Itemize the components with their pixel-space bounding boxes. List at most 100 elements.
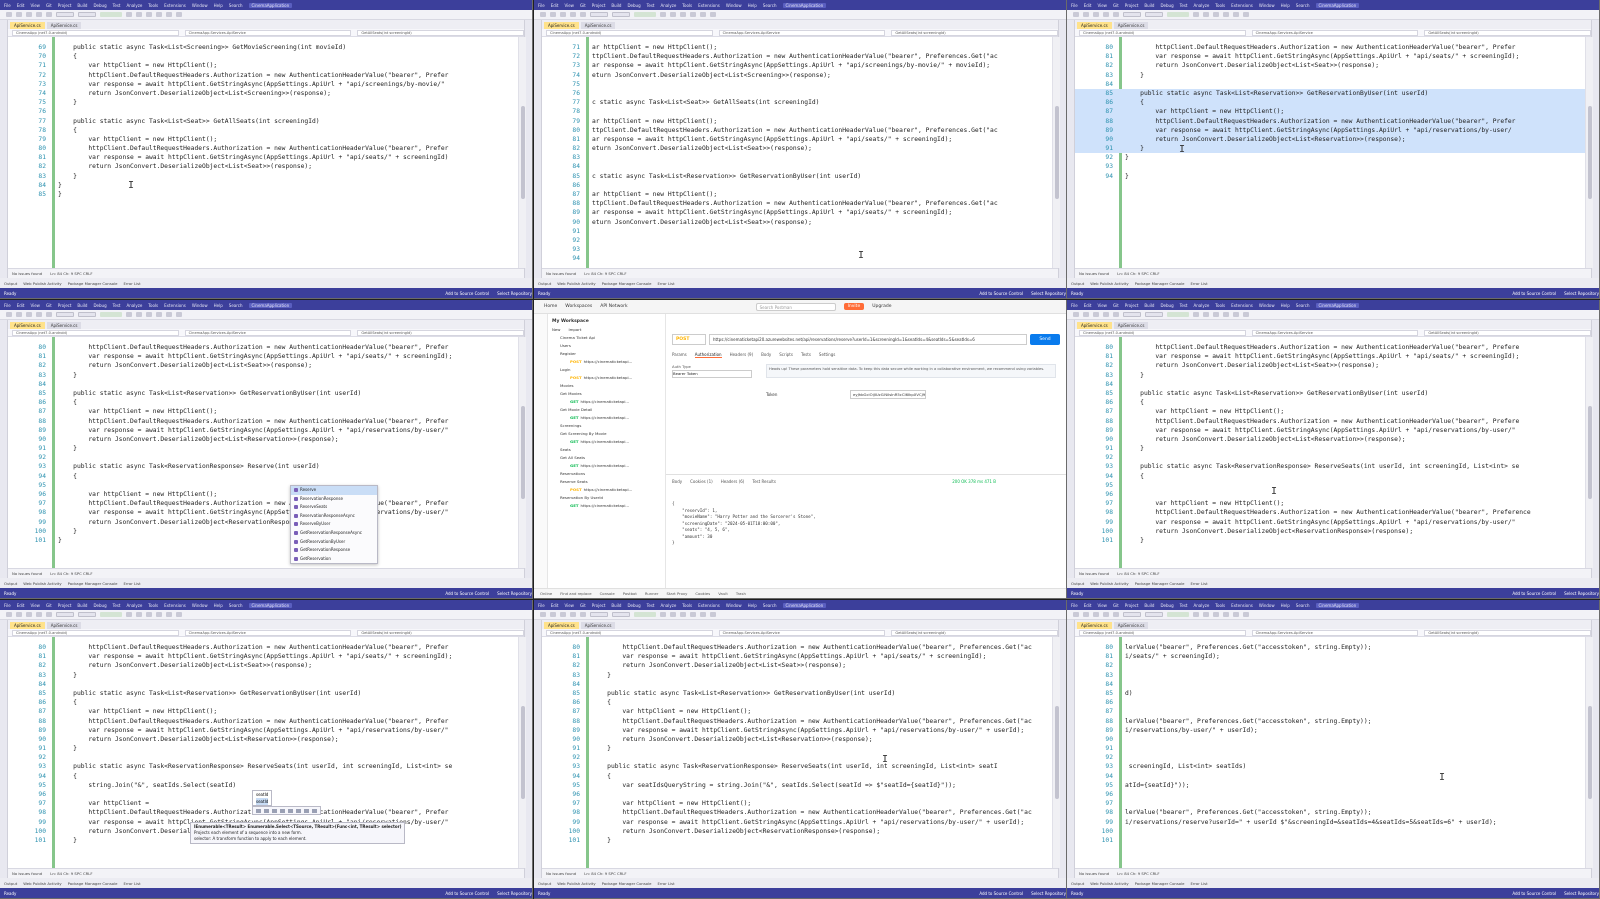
tree-item[interactable]: Reserve Seats <box>552 478 661 486</box>
quick-actions-bar[interactable] <box>252 806 321 815</box>
config-dropdown[interactable] <box>56 12 74 17</box>
tree-item[interactable]: Cinema Ticket Api <box>552 334 661 342</box>
code-line[interactable]: 101 } <box>1075 536 1585 545</box>
menu-item-build[interactable]: Build <box>611 3 621 8</box>
code-line[interactable]: 98 httpClient.DefaultRequestHeaders.Auth… <box>542 808 1052 817</box>
scrollbar-thumb[interactable] <box>521 706 525 799</box>
menu-item-edit[interactable]: Edit <box>551 3 559 8</box>
workspace-new-button[interactable]: New <box>552 327 561 332</box>
toolbar-icon[interactable] <box>540 12 546 17</box>
status-action[interactable]: Add to Source Control <box>445 891 489 896</box>
code-line[interactable]: 93 public static async Task<ReservationR… <box>8 462 518 471</box>
code-line[interactable]: 82 <box>1075 661 1585 670</box>
footer-item[interactable]: Cookies <box>695 591 710 596</box>
platform-dropdown[interactable] <box>612 612 630 617</box>
status-action[interactable]: Add to Source Control <box>979 291 1023 296</box>
menu-item-file[interactable]: File <box>1071 3 1078 8</box>
tree-item[interactable]: GET https://cinematicketapi... <box>552 414 661 422</box>
completion-item[interactable]: ReserveByUser <box>291 520 377 529</box>
code-line[interactable]: 92 <box>1075 753 1585 762</box>
status-action[interactable]: Select Repository <box>497 891 532 896</box>
scrollbar-thumb[interactable] <box>1055 106 1059 199</box>
menu-item-view[interactable]: View <box>30 3 40 8</box>
output-tab[interactable]: Error List <box>658 281 675 286</box>
code-line[interactable]: 95 string.Join("&", seatIds.Select(seatI… <box>8 781 518 790</box>
header-nav-api-network[interactable]: API Network <box>600 304 627 309</box>
config-dropdown[interactable] <box>590 12 608 17</box>
request-tab[interactable]: Scripts <box>779 352 793 358</box>
code-line[interactable]: 80 httpClient.DefaultRequestHeaders.Auth… <box>1075 343 1585 352</box>
vertical-scrollbar[interactable] <box>518 637 526 868</box>
code-line[interactable]: 84 <box>542 162 1052 171</box>
code-line[interactable]: 80 httpClient.DefaultRequestHeaders.Auth… <box>1075 43 1585 52</box>
code-line[interactable]: 71 var httpClient = new HttpClient(); <box>8 61 518 70</box>
menu-item-help[interactable]: Help <box>214 303 223 308</box>
nav-dropdown[interactable]: CinemaApp.Services.ApiService <box>1251 29 1419 36</box>
code-line[interactable]: 81 var response = await httpClient.GetSt… <box>8 153 518 162</box>
toolbar-icon[interactable] <box>1113 12 1119 17</box>
code-line[interactable]: 88 ttpClient.DefaultRequestHeaders.Author… <box>542 199 1052 208</box>
toolbar-icon[interactable] <box>156 312 162 317</box>
code-line[interactable]: 96 <box>1075 790 1585 799</box>
search-menu[interactable]: Search <box>229 3 243 8</box>
toolbar-icon[interactable] <box>16 612 22 617</box>
output-tab[interactable]: Output <box>4 281 17 286</box>
code-line[interactable]: 80 httpClient.DefaultRequestHeaders.Auth… <box>542 643 1052 652</box>
menu-item-extensions[interactable]: Extensions <box>164 303 186 308</box>
menu-item-git[interactable]: Git <box>46 3 52 8</box>
code-line[interactable]: 82 return JsonConvert.DeserializeObject<… <box>542 661 1052 670</box>
menu-item-help[interactable]: Help <box>214 3 223 8</box>
menu-item-analyze[interactable]: Analyze <box>1194 603 1210 608</box>
output-tab[interactable]: Error List <box>1191 881 1208 886</box>
output-tab[interactable]: Package Manager Console <box>68 881 118 886</box>
code-line[interactable]: 83 } <box>8 172 518 181</box>
code-line[interactable]: 97 <box>1075 799 1585 808</box>
code-line[interactable]: 84 <box>542 680 1052 689</box>
nav-dropdown[interactable]: CinemaApp (net7.0-android) <box>12 629 179 636</box>
menu-item-build[interactable]: Build <box>1144 603 1154 608</box>
toolbar-icon[interactable] <box>1113 612 1119 617</box>
token-input[interactable]: eyJhbGciOiJIUzI1NiIsInR5cCI6IkpXVCJ9... <box>850 390 926 399</box>
tree-item[interactable]: Seats <box>552 446 661 454</box>
tree-item[interactable]: GET https://cinematicketapi... <box>552 438 661 446</box>
code-line[interactable]: 90 return JsonConvert.DeserializeObject<… <box>1075 134 1585 145</box>
toolbar-icon[interactable] <box>660 612 666 617</box>
toolbar-icon[interactable] <box>580 612 586 617</box>
code-line[interactable]: 82 return JsonConvert.DeserializeObject<… <box>8 162 518 171</box>
code-line[interactable]: 88 httpClient.DefaultRequestHeaders.Auth… <box>8 417 518 426</box>
toolbar-icon[interactable] <box>690 12 696 17</box>
code-line[interactable]: 84 <box>1075 680 1585 689</box>
menu-item-extensions[interactable]: Extensions <box>1231 303 1253 308</box>
menu-item-test[interactable]: Test <box>113 603 121 608</box>
code-line[interactable]: 81 var response = await httpClient.GetSt… <box>1075 352 1585 361</box>
code-line[interactable]: 91 } <box>8 444 518 453</box>
completion-item[interactable]: GetReservationByUser <box>291 538 377 547</box>
toolbar-icon[interactable] <box>146 612 152 617</box>
code-line[interactable]: 95 <box>1075 481 1585 490</box>
menu-item-help[interactable]: Help <box>1281 303 1290 308</box>
code-line[interactable]: 89 var response = await httpClient.GetSt… <box>8 726 518 735</box>
code-line[interactable]: 92 <box>1075 453 1585 462</box>
intellisense-popup[interactable]: Reserve ReservationResponse ReserveSeats Re… <box>290 485 378 565</box>
code-line[interactable]: 94 { <box>8 772 518 781</box>
code-line[interactable]: 82 return JsonConvert.DeserializeObject<… <box>1075 361 1585 370</box>
code-editor[interactable]: 71 ar httpClient = new HttpClient(); 72 ttp… <box>542 37 1052 268</box>
status-action[interactable]: Select Repository <box>497 591 532 596</box>
url-input[interactable]: https://cinematicketapi20.azurewebsites.… <box>709 334 1027 345</box>
code-line[interactable]: 88 httpClient.DefaultRequestHeaders.Auth… <box>542 717 1052 726</box>
request-tab[interactable]: Params <box>672 352 687 358</box>
code-editor[interactable]: 69 public static async Task<List<Screeni… <box>8 37 518 268</box>
code-line[interactable]: 100 <box>1075 827 1585 836</box>
code-line[interactable]: 70 { <box>8 52 518 61</box>
output-tab[interactable]: Error List <box>124 581 141 586</box>
code-line[interactable]: 77 public static async Task<List<Seat>> … <box>8 117 518 126</box>
nav-dropdown[interactable]: CinemaApp (net7.0-android) <box>1079 29 1246 36</box>
code-line[interactable]: 94 <box>1075 772 1585 781</box>
code-line[interactable]: 83 } <box>542 671 1052 680</box>
code-line[interactable]: 79 var httpClient = new HttpClient(); <box>8 135 518 144</box>
toolbar-icon[interactable] <box>1203 612 1209 617</box>
menu-item-edit[interactable]: Edit <box>1084 3 1092 8</box>
tab-apiservice[interactable]: ApiService.cs <box>1077 22 1112 29</box>
tree-item[interactable]: Users <box>552 342 661 350</box>
code-line[interactable]: 73 var response = await httpClient.GetSt… <box>8 80 518 89</box>
